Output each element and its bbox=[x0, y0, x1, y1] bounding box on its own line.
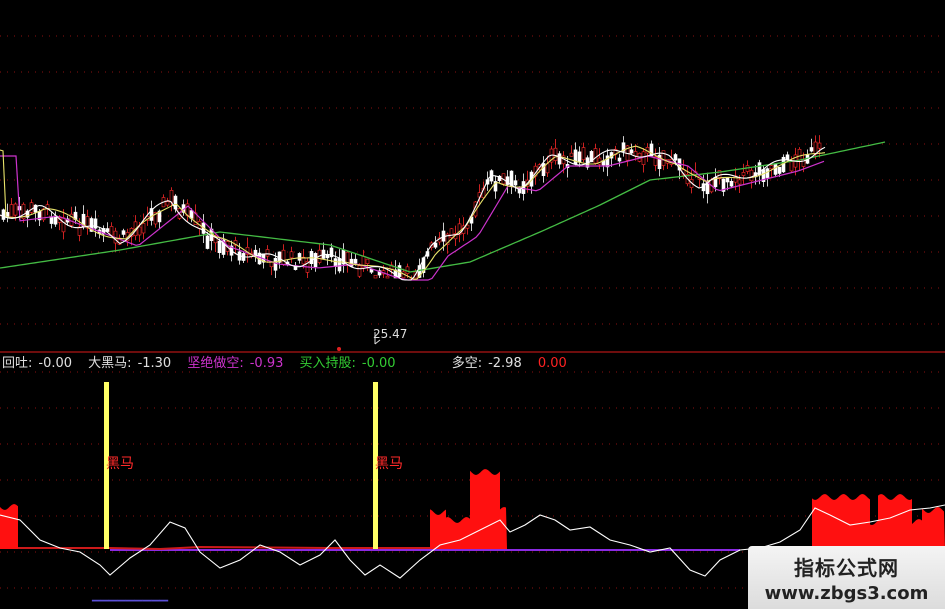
candle-body bbox=[729, 180, 734, 187]
candle-body bbox=[553, 147, 558, 161]
candle-body bbox=[573, 149, 578, 165]
candle-body bbox=[1, 209, 6, 220]
candle-body bbox=[741, 172, 746, 176]
candle-body bbox=[629, 149, 634, 154]
candle-body bbox=[541, 163, 546, 177]
candle-body bbox=[785, 154, 790, 161]
candle-body bbox=[797, 149, 802, 161]
candle-body bbox=[141, 223, 146, 234]
red-area-block bbox=[430, 509, 446, 549]
candle-body bbox=[769, 165, 774, 170]
candle-body bbox=[641, 151, 646, 165]
candle-body bbox=[165, 201, 170, 206]
candle-body bbox=[777, 166, 782, 174]
candle-body bbox=[313, 253, 318, 268]
price-marker-label: 25.47 bbox=[373, 327, 408, 341]
candles-group bbox=[1, 135, 822, 281]
candle-body bbox=[809, 147, 814, 152]
bottom-date-strip: ▔▔▔▔▔▔▔▔▔ bbox=[92, 600, 169, 609]
candle-body bbox=[281, 249, 286, 265]
candle-body bbox=[545, 163, 550, 174]
red-area-block bbox=[912, 519, 922, 549]
candle-body bbox=[205, 235, 210, 249]
candle-body bbox=[569, 152, 574, 157]
candle-body bbox=[789, 161, 794, 172]
candle-body bbox=[373, 274, 378, 279]
red-area-block bbox=[812, 494, 870, 549]
candle-body bbox=[109, 226, 114, 236]
candle-body bbox=[61, 217, 66, 233]
candle-body bbox=[449, 228, 454, 238]
candle-body bbox=[749, 169, 754, 182]
heima-label-2: 黑马 bbox=[375, 456, 403, 472]
red-area-block bbox=[470, 469, 500, 549]
candle-body bbox=[513, 180, 518, 186]
stock-chart-window: 25.47 回吐: -0.00 大黑马: -1.30 坚绝做空: -0.93 买入持股… bbox=[0, 0, 945, 609]
candle-body bbox=[385, 275, 390, 279]
red-area-block bbox=[500, 507, 507, 549]
candle-body bbox=[9, 204, 14, 218]
candle-body bbox=[289, 251, 294, 259]
candle-body bbox=[433, 242, 438, 248]
candle-body bbox=[593, 148, 598, 164]
candle-body bbox=[581, 147, 586, 161]
candle-body bbox=[817, 142, 822, 149]
red-area-block bbox=[446, 517, 470, 549]
candle-body bbox=[577, 151, 582, 163]
candle-body bbox=[725, 177, 730, 183]
candle-body bbox=[673, 154, 678, 161]
red-area-block bbox=[922, 507, 945, 549]
candle-body bbox=[357, 265, 362, 277]
candle-body bbox=[169, 190, 174, 203]
ma-yellow-line bbox=[0, 145, 826, 280]
watermark-logo: 指标公式网 www.zbgs3.com bbox=[748, 546, 945, 609]
heima-label-1: 黑马 bbox=[106, 456, 134, 472]
candle-body bbox=[29, 202, 34, 213]
candle-body bbox=[121, 230, 126, 235]
red-area-group bbox=[0, 469, 945, 549]
candle-body bbox=[325, 254, 330, 259]
candle-body bbox=[333, 258, 338, 267]
red-baseline bbox=[18, 545, 430, 551]
candle-body bbox=[737, 179, 742, 185]
candle-body bbox=[633, 151, 638, 157]
watermark-title: 指标公式网 bbox=[794, 555, 899, 580]
candle-body bbox=[273, 257, 278, 271]
candle-body bbox=[509, 170, 514, 187]
candle-body bbox=[773, 164, 778, 175]
candle-body bbox=[49, 216, 54, 224]
candle-body bbox=[217, 240, 222, 253]
ma-white-line bbox=[0, 146, 826, 281]
candlestick-panel[interactable] bbox=[0, 0, 945, 352]
ma-green-line bbox=[0, 141, 886, 273]
candle-body bbox=[617, 157, 622, 162]
red-area-block bbox=[870, 520, 878, 549]
candle-body bbox=[13, 203, 18, 216]
red-area-block bbox=[878, 494, 912, 549]
watermark-url: www.zbgs3.com bbox=[764, 582, 929, 604]
candle-body bbox=[337, 258, 342, 272]
red-area-block bbox=[0, 504, 18, 549]
candle-body bbox=[365, 258, 370, 265]
candle-body bbox=[265, 249, 270, 257]
candle-body bbox=[297, 253, 302, 261]
candle-body bbox=[137, 226, 142, 236]
candle-body bbox=[397, 265, 402, 277]
candle-body bbox=[353, 258, 358, 264]
candle-body bbox=[557, 153, 562, 165]
red-dot-marker bbox=[337, 347, 341, 351]
